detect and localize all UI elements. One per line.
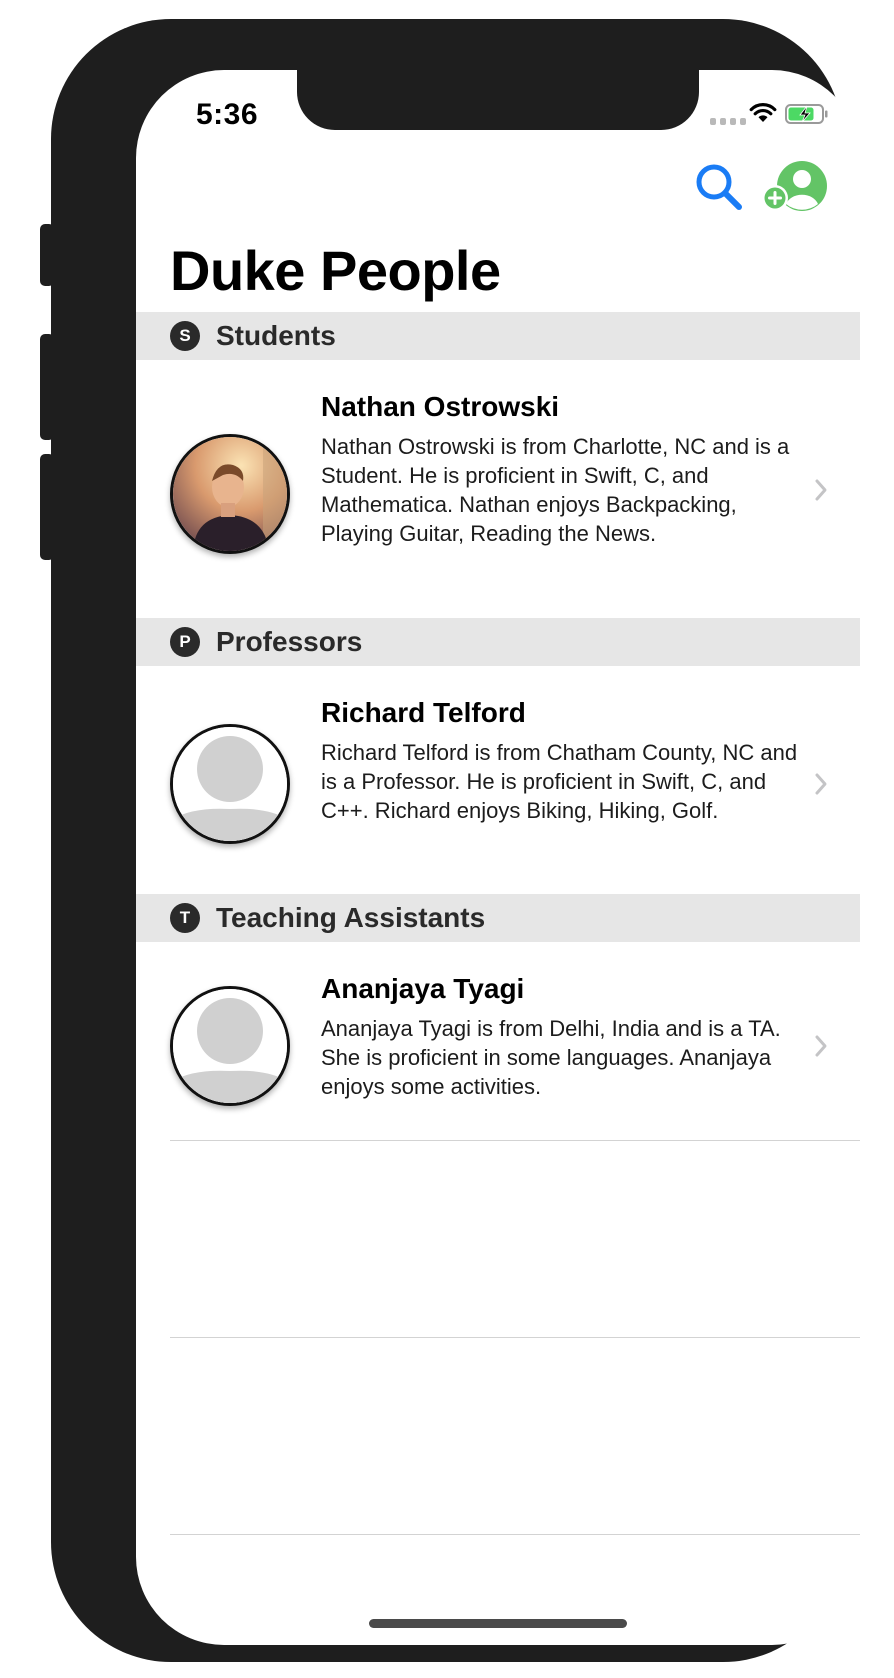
row-separator bbox=[170, 1140, 860, 1141]
cellular-signal-icon bbox=[710, 118, 746, 125]
section-title: Professors bbox=[216, 626, 363, 657]
section-header-teaching-assistants: T Teaching Assistants bbox=[136, 894, 860, 942]
chevron-right-icon bbox=[815, 479, 827, 501]
avatar-placeholder-icon bbox=[173, 989, 287, 1103]
page-title: Duke People bbox=[170, 239, 501, 302]
battery-icon bbox=[785, 104, 828, 124]
section-title: Students bbox=[216, 320, 336, 351]
person-description: Nathan Ostrowski is from Charlotte, NC a… bbox=[321, 434, 790, 546]
person-description: Ananjaya Tyagi is from Delhi, India and … bbox=[321, 1016, 781, 1099]
row-separator bbox=[170, 1534, 860, 1535]
avatar bbox=[170, 724, 290, 844]
section-badge: S bbox=[170, 321, 200, 351]
notch bbox=[297, 70, 699, 130]
list-item[interactable]: Ananjaya Tyagi Ananjaya Tyagi is from De… bbox=[136, 942, 860, 1140]
avatar bbox=[170, 434, 290, 554]
wifi-icon bbox=[749, 103, 777, 122]
list-item[interactable]: Richard Telford Richard Telford is from … bbox=[136, 666, 860, 894]
status-time: 5:36 bbox=[196, 98, 259, 131]
person-description: Richard Telford is from Chatham County, … bbox=[321, 740, 798, 823]
search-icon bbox=[696, 164, 742, 210]
avatar-placeholder-icon bbox=[173, 727, 287, 841]
search-button[interactable] bbox=[691, 160, 747, 216]
section-header-professors: P Professors bbox=[136, 618, 860, 666]
person-name: Richard Telford bbox=[321, 697, 526, 728]
screen: 5:36 Duke People S Students Nathan Ostro… bbox=[136, 70, 860, 1645]
section-title: Teaching Assistants bbox=[216, 902, 486, 933]
chevron-right-icon bbox=[815, 773, 827, 795]
add-person-icon bbox=[762, 161, 827, 211]
home-indicator[interactable] bbox=[369, 1619, 627, 1628]
row-separator bbox=[170, 1337, 860, 1338]
section-badge: P bbox=[170, 627, 200, 657]
list-item[interactable]: Nathan Ostrowski Nathan Ostrowski is fro… bbox=[136, 360, 860, 618]
section-header-students: S Students bbox=[136, 312, 860, 360]
person-name: Ananjaya Tyagi bbox=[321, 973, 525, 1004]
profile-photo bbox=[173, 437, 287, 551]
section-badge: T bbox=[170, 903, 200, 933]
add-person-button[interactable] bbox=[762, 160, 828, 216]
person-name: Nathan Ostrowski bbox=[321, 391, 560, 422]
phone-frame: 5:36 Duke People S Students Nathan Ostro… bbox=[51, 19, 860, 1662]
avatar bbox=[170, 986, 290, 1106]
chevron-right-icon bbox=[815, 1035, 827, 1057]
